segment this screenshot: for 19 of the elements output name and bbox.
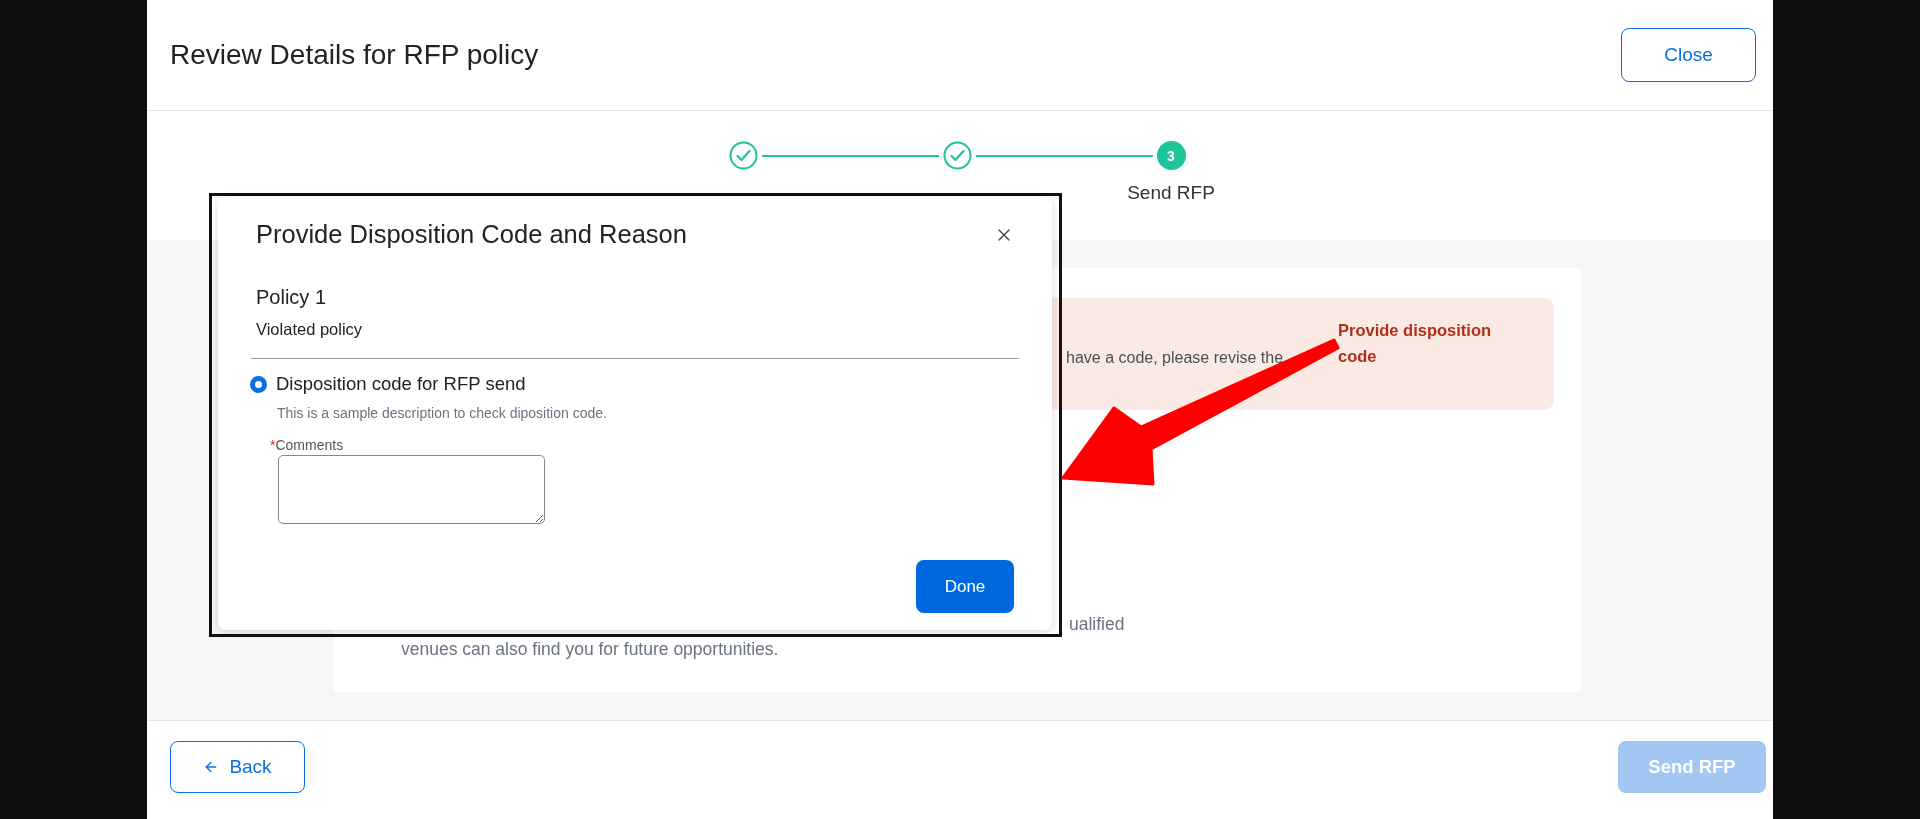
description-text: ualified [1069,613,1125,636]
option-label: Disposition code for RFP send [276,372,526,396]
radio-button[interactable] [250,375,267,393]
page-title: Review Details for RFP policy [170,38,539,72]
policy-title: Policy 1 [256,285,328,310]
back-button[interactable]: Back [170,741,305,793]
option-description: This is a sample description to check diposition code. [277,404,608,422]
required-mark: * [270,436,276,454]
comments-label: Comments [275,436,344,454]
policy-subtitle: Violated policy [256,319,364,340]
step-number: 3 [1156,141,1186,170]
step-label: Send RFP [1127,181,1215,205]
provide-code-link[interactable]: Provide disposition code [1338,317,1513,369]
alert-message: have a code, please revise the [1066,348,1285,368]
done-button[interactable]: Done [916,560,1014,613]
comments-field[interactable] [278,455,545,524]
close-button[interactable]: Close [1621,28,1756,82]
description-text: venues can also find you for future opportunities. [401,638,779,661]
modal-title: Provide Disposition Code and Reason [256,219,687,250]
